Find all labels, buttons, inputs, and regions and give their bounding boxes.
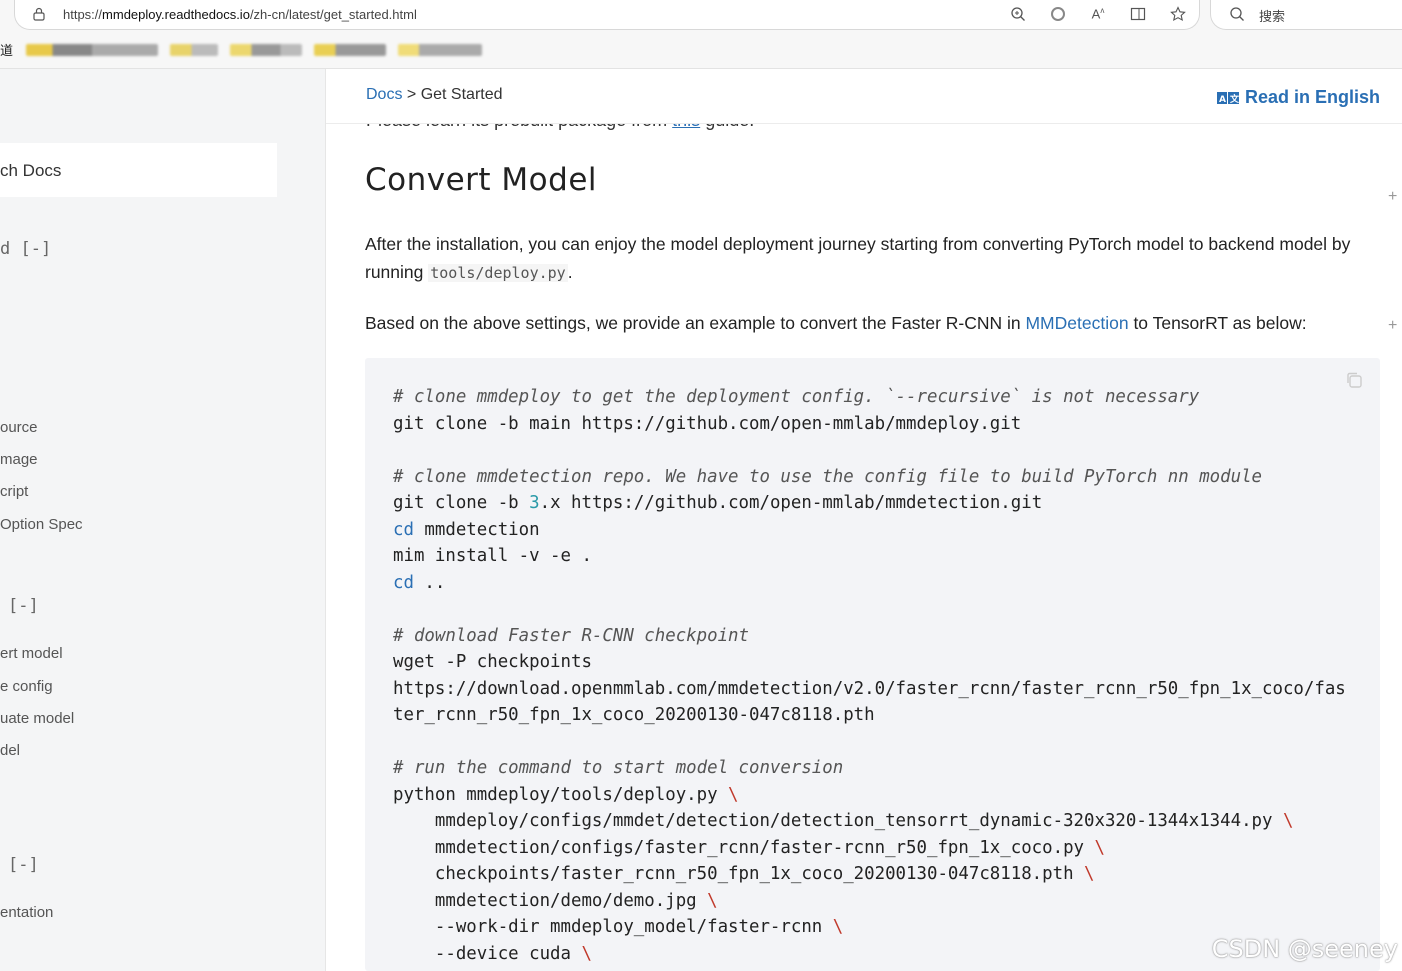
reader-view-icon[interactable] — [1129, 5, 1147, 23]
sidebar-item-image[interactable]: mage — [0, 451, 38, 468]
sidebar-item-config[interactable]: e config — [0, 678, 53, 695]
sidebar-item-source[interactable]: ource — [0, 419, 38, 436]
translate-icon: A文 — [1216, 91, 1239, 105]
sidebar-item-script[interactable]: cript — [0, 483, 28, 500]
favorites-bar: 道 — [0, 36, 520, 60]
example-paragraph: Based on the above settings, we provide … — [365, 313, 1307, 333]
mmdetection-link[interactable]: MMDetection — [1025, 313, 1128, 333]
svg-text:A: A — [1219, 95, 1226, 105]
address-bar[interactable]: https://mmdeploy.readthedocs.io/zh-cn/la… — [14, 0, 1200, 30]
sidebar-search-label: ch Docs — [0, 161, 62, 180]
url-text[interactable]: https://mmdeploy.readthedocs.io/zh-cn/la… — [63, 7, 417, 22]
breadcrumb: Docs > Get Started — [366, 86, 503, 103]
read-in-english-link[interactable]: A文 Read in English — [1216, 87, 1380, 108]
blurred-favorite[interactable] — [398, 44, 482, 56]
breadcrumb-current: Get Started — [420, 86, 503, 103]
sidebar-item-convert-model[interactable]: ert model — [0, 645, 63, 662]
expand-plus-icon[interactable]: + — [1388, 188, 1397, 206]
browser-chrome: https://mmdeploy.readthedocs.io/zh-cn/la… — [0, 0, 1402, 69]
blurred-favorite[interactable] — [26, 44, 158, 56]
sidebar-section-toggle[interactable]: d [-] — [0, 239, 51, 259]
code-block: # clone mmdeploy to get the deployment c… — [365, 358, 1380, 971]
blurred-favorite[interactable] — [314, 44, 386, 56]
expand-plus-icon[interactable]: + — [1388, 317, 1397, 335]
sidebar-search[interactable]: ch Docs — [0, 143, 277, 197]
csdn-watermark: CSDN @seeney — [1211, 935, 1398, 963]
copy-icon[interactable] — [1344, 370, 1364, 390]
lock-icon — [33, 7, 45, 21]
svg-text:文: 文 — [1229, 93, 1239, 105]
sidebar-item-documentation[interactable]: entation — [0, 904, 53, 921]
sidebar-item-evaluate-model[interactable]: uate model — [0, 710, 74, 727]
zoom-icon[interactable] — [1009, 5, 1027, 23]
blurred-favorite[interactable] — [170, 44, 218, 56]
intro-paragraph: After the installation, you can enjoy th… — [365, 234, 1351, 282]
page-header: Docs > Get Started A文 Read in English — [326, 69, 1402, 124]
sidebar-section-toggle[interactable]: [-] — [8, 855, 39, 875]
browser-search-box[interactable]: 搜索 — [1210, 0, 1402, 30]
search-placeholder: 搜索 — [1259, 9, 1286, 24]
sidebar-item-model[interactable]: del — [0, 742, 20, 759]
read-aloud-icon[interactable]: Aʌ — [1089, 5, 1107, 23]
inline-code: tools/deploy.py — [428, 264, 568, 282]
blurred-favorite[interactable] — [230, 44, 302, 56]
favorite-star-icon[interactable] — [1169, 5, 1187, 23]
favorite-item[interactable]: 道 — [0, 40, 13, 59]
sidebar-section-toggle[interactable]: [-] — [8, 596, 39, 616]
sidebar-item-option-spec[interactable]: Option Spec — [0, 516, 83, 533]
refresh-extension-icon[interactable] — [1049, 5, 1067, 23]
search-icon — [1230, 7, 1244, 21]
section-heading: Convert Model — [365, 162, 598, 198]
docs-sidebar: ch Docs d [-] ource mage cript Option Sp… — [0, 69, 326, 971]
breadcrumb-docs-link[interactable]: Docs — [366, 86, 402, 103]
code-content[interactable]: # clone mmdeploy to get the deployment c… — [393, 384, 1346, 967]
